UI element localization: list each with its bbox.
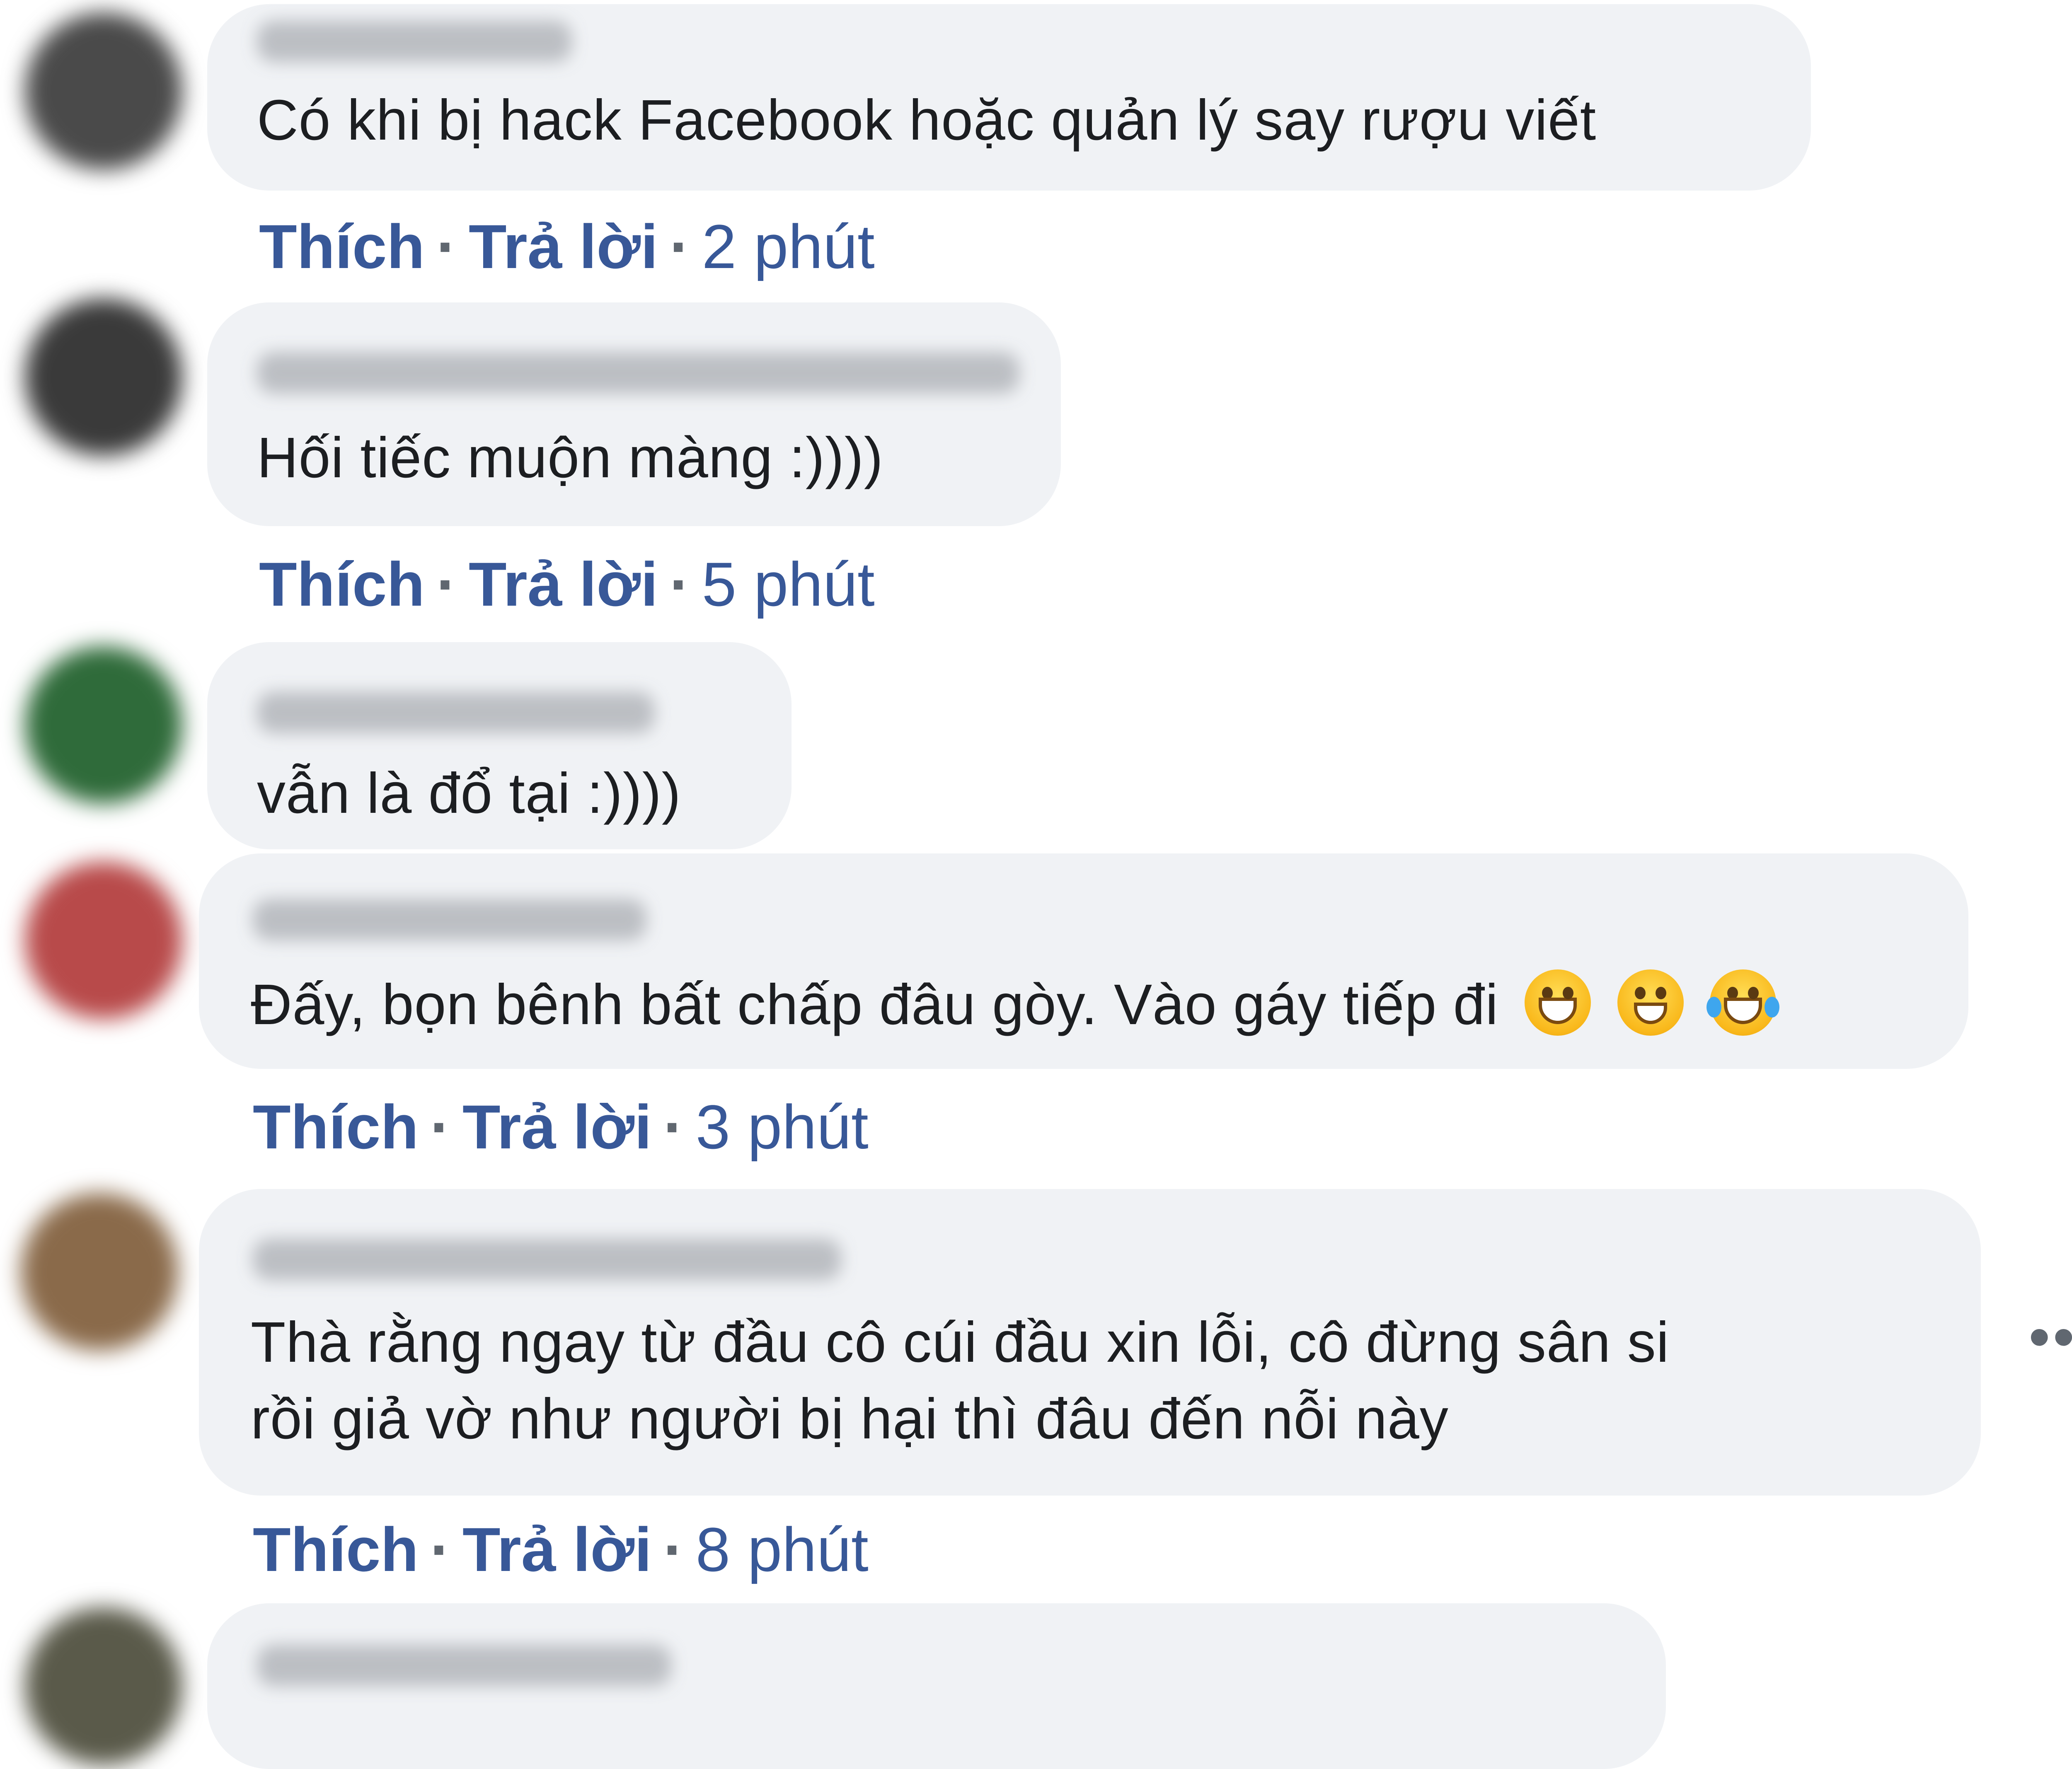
comment-text: Hối tiếc muộn màng :)))) [257,426,884,490]
comment-timestamp[interactable]: 8 phút [696,1515,869,1584]
like-link[interactable]: Thích [253,1092,419,1162]
avatar[interactable] [21,1193,178,1351]
separator: · [669,549,690,619]
comment-text: Đấy, bọn bênh bất chấp đâu gòy. Vào gáy … [251,965,1780,1044]
comment-text-line: Thà rằng ngay từ đầu cô cúi đầu xin lỗi,… [251,1310,1670,1374]
separator: · [663,1092,684,1162]
like-link[interactable]: Thích [253,1515,419,1584]
smiling-face-icon [1617,969,1684,1036]
comment-text-line: rồi giả vờ như người bị hại thì đâu đến … [251,1387,1449,1451]
avatar[interactable] [25,862,182,1019]
avatar[interactable] [25,646,182,804]
comment-timestamp[interactable]: 2 phút [702,212,875,281]
reply-link[interactable]: Trả lời [462,1092,652,1162]
comment-text: vẫn là đổ tại :)))) [257,761,681,825]
reply-link[interactable]: Trả lời [469,549,658,619]
separator: · [436,212,457,281]
like-link[interactable]: Thích [259,212,425,281]
separator: · [669,212,690,281]
avatar[interactable] [25,1607,182,1765]
author-name-blurred[interactable] [253,899,646,940]
separator: · [663,1515,684,1584]
avatar[interactable] [25,298,182,456]
comment-text: Có khi bị hack Facebook hoặc quản lý say… [257,88,1597,152]
like-link[interactable]: Thích [259,549,425,619]
tears-of-joy-icon [1706,969,1780,1036]
more-options-button[interactable]: ••• [2028,1301,2072,1373]
author-name-blurred[interactable] [257,692,655,733]
author-name-blurred[interactable] [257,21,572,62]
comment-timestamp[interactable]: 5 phút [702,549,875,619]
author-name-blurred[interactable] [257,352,1019,394]
comment-actions: Thích · Trả lời · 2 phút [259,209,875,284]
separator: · [430,1515,451,1584]
grinning-face-icon [1525,969,1591,1036]
author-name-blurred[interactable] [253,1239,841,1280]
avatar[interactable] [25,12,182,170]
separator: · [436,549,457,619]
reply-link[interactable]: Trả lời [469,212,658,281]
comment-actions: Thích · Trả lời · 3 phút [253,1090,869,1164]
reply-link[interactable]: Trả lời [462,1515,652,1584]
comment-bubble [207,1603,1666,1769]
comment-actions: Thích · Trả lời · 5 phút [259,547,875,621]
comment-actions: Thích · Trả lời · 8 phút [253,1512,869,1587]
comment-timestamp[interactable]: 3 phút [696,1092,869,1162]
separator: · [430,1092,451,1162]
comment-text-line: Đấy, bọn bênh bất chấp đâu gòy. Vào gáy … [251,973,1499,1037]
author-name-blurred[interactable] [257,1645,671,1686]
